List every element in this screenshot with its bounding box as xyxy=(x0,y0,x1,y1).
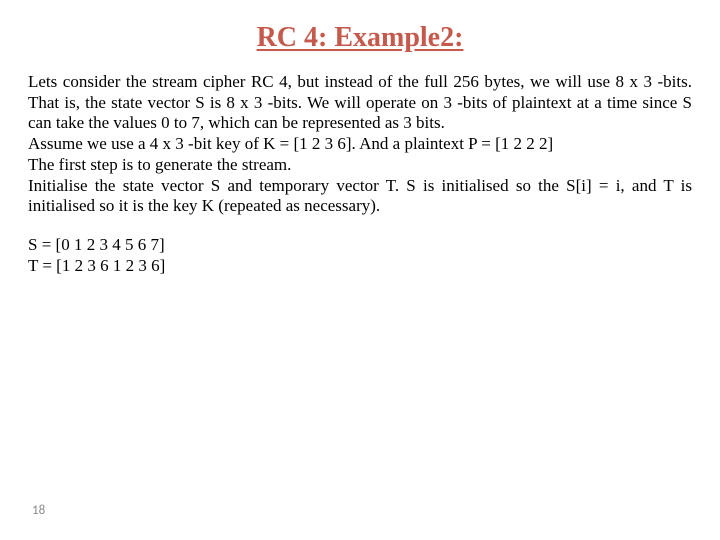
paragraph-3: The first step is to generate the stream… xyxy=(28,155,692,176)
slide: RC 4: Example2: Lets consider the stream… xyxy=(0,0,720,540)
code-line-t: T = [1 2 3 6 1 2 3 6] xyxy=(28,256,692,277)
code-line-s: S = [0 1 2 3 4 5 6 7] xyxy=(28,235,692,256)
paragraph-1: Lets consider the stream cipher RC 4, bu… xyxy=(28,72,692,134)
page-number: 18 xyxy=(32,503,45,518)
paragraph-4: Initialise the state vector S and tempor… xyxy=(28,176,692,217)
spacer xyxy=(28,217,692,235)
slide-body: Lets consider the stream cipher RC 4, bu… xyxy=(28,72,692,277)
slide-title: RC 4: Example2: xyxy=(28,22,692,54)
paragraph-2: Assume we use a 4 x 3 -bit key of K = [1… xyxy=(28,134,692,155)
